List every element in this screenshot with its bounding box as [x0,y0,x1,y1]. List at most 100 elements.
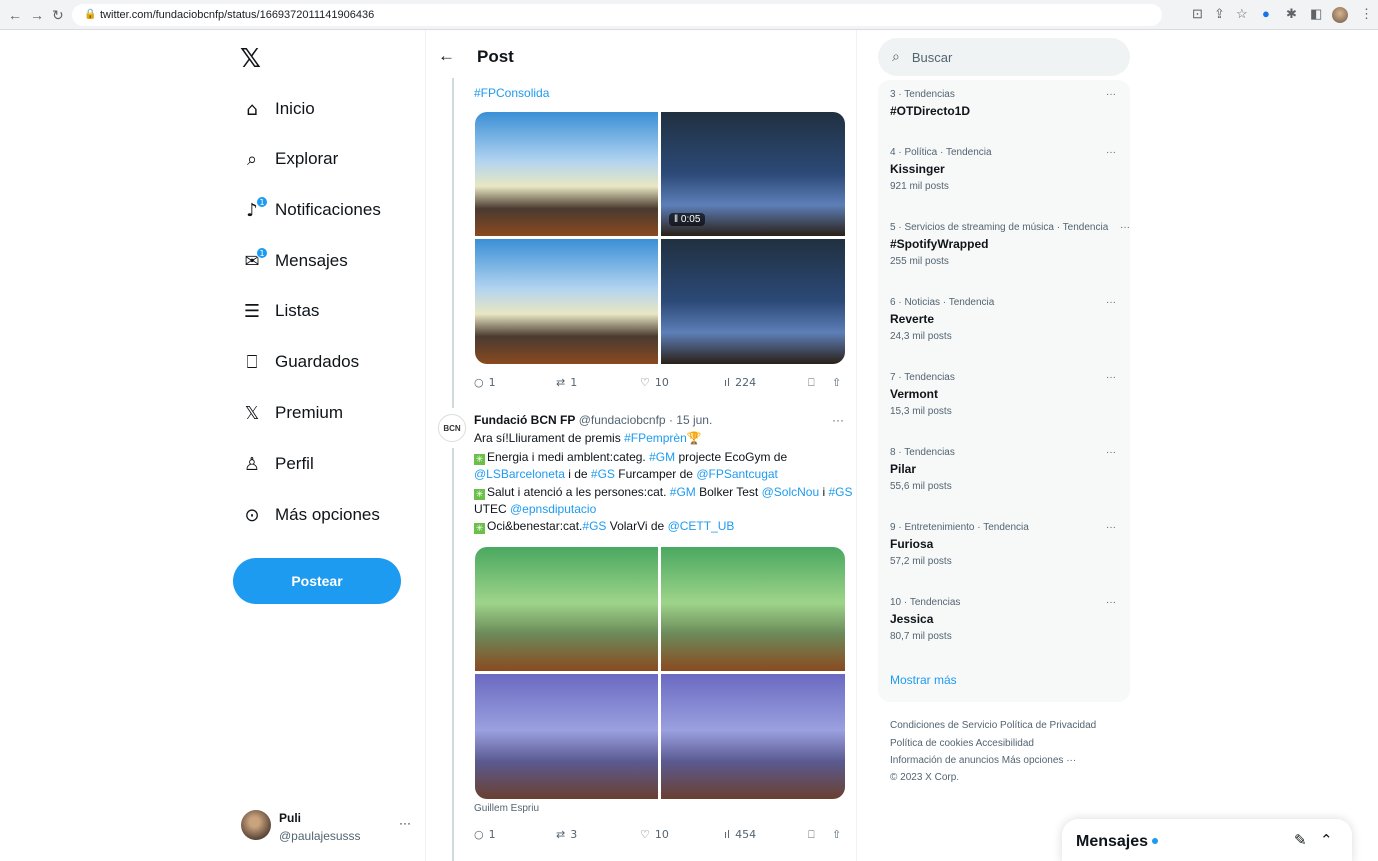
nav-perfil[interactable]: ♙ Perfil [240,446,314,482]
more-icon[interactable]: ··· [1106,372,1116,383]
bookmark-icon[interactable]: ⎕ [808,828,815,842]
trend-item[interactable]: 3 · Tendencias #OTDirecto1D ··· [890,89,1120,118]
avatar[interactable]: BCN [438,414,466,442]
trend-item[interactable]: 5 · Servicios de streaming de música · T… [890,222,1130,267]
share-icon[interactable]: ⇧ [832,376,841,389]
like-button[interactable]: ♡ 10 [640,376,669,389]
views-button[interactable]: ıl 224 [724,376,756,389]
tweet-date[interactable]: · 15 jun. [669,413,712,427]
chevron-up-icon[interactable]: ⌃ [1320,831,1333,849]
install-icon[interactable]: ⊡ [1192,6,1203,22]
trend-item[interactable]: 9 · Entretenimiento · Tendencia Furiosa … [890,522,1120,567]
avatar [241,810,271,840]
mention-link[interactable]: @CETT_UB [668,519,735,533]
media-photo[interactable] [475,674,658,799]
green-square-icon: ✳ [474,454,485,465]
reply-button[interactable]: ○ 1 [474,828,496,841]
more-icon[interactable]: ··· [1106,447,1116,458]
menu-icon[interactable]: ⋮ [1360,6,1373,22]
mention-link[interactable]: @epnsdiputacio [510,502,596,516]
media-photo[interactable] [475,112,658,236]
puzzle-icon[interactable]: ✱ [1286,6,1297,22]
nav-mas-opciones[interactable]: ⊙ Más opciones [240,497,379,533]
x-logo-icon[interactable]: 𝕏 [240,44,261,74]
footer-links[interactable]: Condiciones de Servicio Política de Priv… [890,720,1096,731]
hashtag-link[interactable]: #FPConsolida [474,86,549,100]
like-button[interactable]: ♡ 10 [640,828,669,841]
mention-link[interactable]: @FPSantcugat [696,467,778,481]
trend-item[interactable]: 7 · Tendencias Vermont 15,3 mil posts ··… [890,372,1120,417]
profile-avatar[interactable] [1332,7,1348,23]
nav-inicio[interactable]: ⌂ Inicio [240,91,314,127]
nav-explorar[interactable]: ⌕ Explorar [240,141,338,177]
media-photo[interactable] [661,547,845,671]
share-icon[interactable]: ⇪ [1214,6,1225,22]
post-button[interactable]: Postear [233,558,401,604]
retweet-button[interactable]: ⇄ 1 [556,376,577,389]
mention-link[interactable]: @SolcNou [762,485,820,499]
bookmark-icon[interactable]: ⎕ [808,376,815,390]
more-icon[interactable]: ··· [1106,297,1116,308]
nav-mensajes[interactable]: ✉ 1 Mensajes [240,243,348,279]
trend-item[interactable]: 10 · Tendencias Jessica 80,7 mil posts ·… [890,597,1120,642]
footer-links[interactable]: Información de anuncios Más opciones ··· [890,755,1076,766]
more-icon[interactable]: ··· [1106,147,1116,158]
hashtag-link[interactable]: #GM [649,450,675,464]
lock-icon: 🔒 [84,9,97,20]
media-video[interactable]: ‖ 0:05 [661,112,845,236]
forward-arrow-icon[interactable]: → [30,7,44,23]
search-input[interactable]: ⌕ Buscar [878,38,1130,76]
media-grid: ‖ 0:05 [475,112,845,364]
mention-link[interactable]: @LSBarceloneta [474,467,565,481]
retweet-icon: ⇄ [556,828,566,841]
author-name[interactable]: Fundació BCN FP [474,413,575,427]
media-grid [475,547,845,799]
views-button[interactable]: ıl 454 [724,828,756,841]
copyright: © 2023 X Corp. [890,772,960,783]
green-square-icon: ✳ [474,489,485,500]
hashtag-link[interactable]: #GM [670,485,696,499]
reload-icon[interactable]: ↻ [52,7,64,24]
more-icon[interactable]: ··· [832,413,844,427]
messages-drawer[interactable]: Mensajes ✎ ⌃ [1062,819,1352,861]
extension-icon[interactable]: ● [1262,6,1270,21]
trend-item[interactable]: 4 · Política · Tendencia Kissinger 921 m… [890,147,1120,192]
more-icon[interactable]: ··· [1106,522,1116,533]
media-photo[interactable] [475,239,658,364]
trend-item[interactable]: 8 · Tendencias Pilar 55,6 mil posts ··· [890,447,1120,492]
more-icon[interactable]: ··· [1106,597,1116,608]
share-icon[interactable]: ⇧ [832,828,841,841]
more-icon[interactable]: ··· [399,816,411,830]
nav-listas[interactable]: ☰ Listas [240,293,320,329]
hashtag-link[interactable]: #GS [591,467,615,481]
more-icon[interactable]: ··· [1120,222,1130,233]
media-photo[interactable] [661,239,845,364]
address-bar[interactable]: 🔒 twitter.com/fundaciobcnfp/status/16693… [72,4,1162,26]
show-more-link[interactable]: Mostrar más [890,673,957,687]
media-photo[interactable] [475,547,658,671]
retweet-button[interactable]: ⇄ 3 [556,828,577,841]
account-switcher[interactable]: Puli @paulajesusss ··· [241,808,416,848]
heart-icon: ♡ [640,828,650,841]
sidepanel-icon[interactable]: ◧ [1310,6,1322,22]
media-photo[interactable] [661,674,845,799]
trend-item[interactable]: 6 · Noticias · Tendencia Reverte 24,3 mi… [890,297,1120,342]
back-arrow-icon[interactable]: ← [438,46,455,66]
nav-guardados[interactable]: ⎕ Guardados [240,344,360,380]
reply-button[interactable]: ○ 1 [474,376,496,389]
photo-credit: Guillem Espriu [474,803,540,814]
author-handle[interactable]: @fundaciobcnfp [579,413,666,427]
x-logo-icon: 𝕏 [244,402,260,424]
back-arrow-icon[interactable]: ← [8,7,22,23]
nav-premium[interactable]: 𝕏 Premium [240,395,343,431]
hashtag-link[interactable]: #FPemprèn [624,431,687,445]
new-message-icon[interactable]: ✎ [1294,831,1307,849]
star-icon[interactable]: ☆ [1236,6,1248,22]
hashtag-link[interactable]: #GS [829,485,853,499]
nav-notificaciones[interactable]: ♪ 1 Notificaciones [240,192,381,228]
hashtag-link[interactable]: #GS [582,519,606,533]
more-icon[interactable]: ··· [1106,89,1116,100]
tweet-text-line: Ara sí!Lliurament de premis #FPemprèn🏆 [474,431,702,445]
footer-links[interactable]: Política de cookies Accesibilidad [890,738,1034,749]
trophy-icon: 🏆 [686,431,702,445]
